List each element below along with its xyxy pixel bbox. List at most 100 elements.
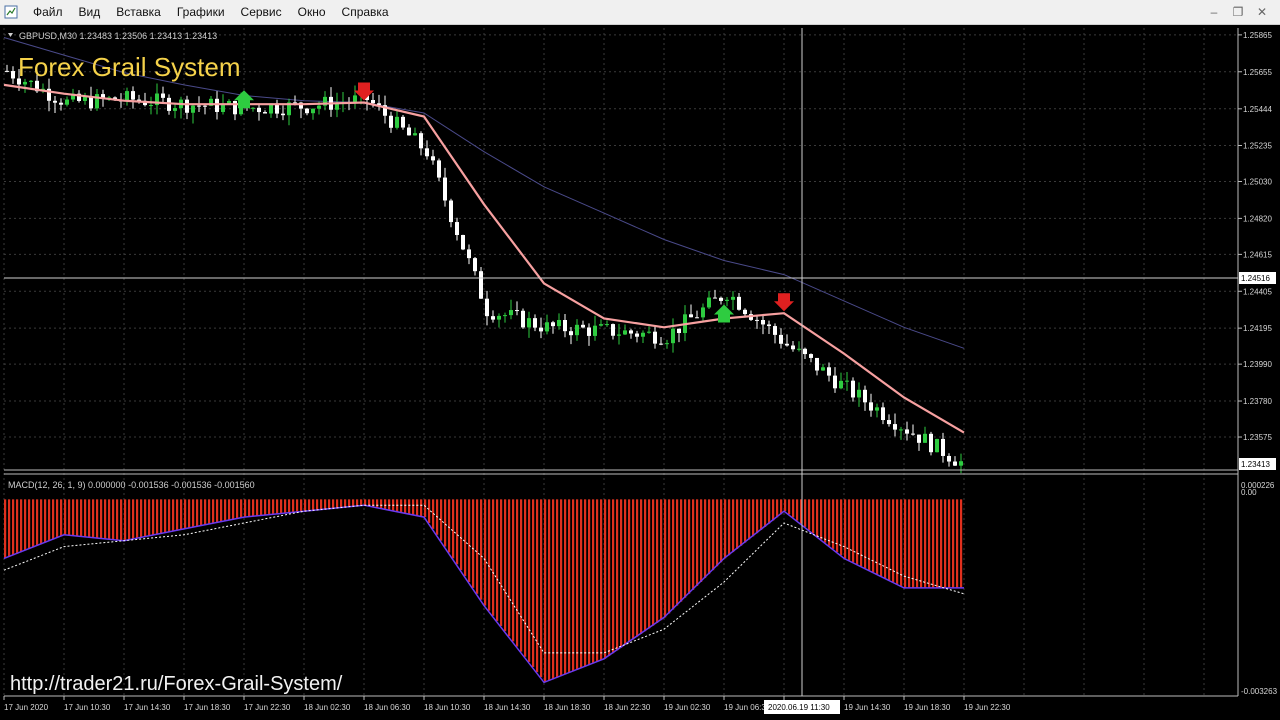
candle-body xyxy=(875,407,879,411)
macd-bar xyxy=(616,499,619,651)
menu-insert[interactable]: Вставка xyxy=(108,0,169,24)
macd-bar xyxy=(636,499,639,637)
macd-bar xyxy=(572,499,575,672)
macd-bar xyxy=(416,499,419,516)
macd-bar xyxy=(928,499,931,588)
candle-body xyxy=(809,354,813,358)
macd-bar xyxy=(700,499,703,583)
last-price-marker: 1.23413 xyxy=(1239,458,1276,470)
macd-bar xyxy=(256,499,259,516)
trading-chart[interactable]: GBPUSD,M30 1.23483 1.23506 1.23413 1.234… xyxy=(0,24,1280,720)
macd-bar xyxy=(48,499,51,542)
candle-body xyxy=(659,343,663,345)
close-icon[interactable]: ✕ xyxy=(1250,0,1274,24)
macd-bar xyxy=(188,499,191,529)
candle-body xyxy=(563,319,567,332)
time-axis-label: 19 Jun 22:30 xyxy=(964,703,1011,712)
macd-bar xyxy=(200,499,203,526)
menu-file[interactable]: Файл xyxy=(25,0,71,24)
menu-bar: Файл Вид Вставка Графики Сервис Окно Спр… xyxy=(0,0,1280,25)
macd-bar xyxy=(100,499,103,539)
candle-body xyxy=(713,297,717,299)
candle-body xyxy=(695,317,699,319)
candle-body xyxy=(797,348,801,350)
candle-body xyxy=(719,297,723,301)
macd-bar xyxy=(584,499,587,667)
macd-bar xyxy=(352,499,355,507)
macd-bar xyxy=(472,499,475,588)
candle-body xyxy=(635,333,639,337)
macd-bar xyxy=(88,499,91,538)
app-chart-icon[interactable] xyxy=(3,4,19,20)
candle-body xyxy=(725,299,729,301)
macd-bar xyxy=(144,499,147,537)
candle-body xyxy=(623,330,627,335)
macd-bar xyxy=(512,499,515,642)
candle-body xyxy=(911,433,915,435)
macd-bar xyxy=(300,499,303,512)
macd-bar xyxy=(492,499,495,616)
macd-bar xyxy=(820,499,823,540)
signal-arrows xyxy=(234,82,794,323)
macd-bar xyxy=(136,499,139,539)
macd-bar xyxy=(960,499,963,588)
macd-header-text: MACD(12, 26, 1, 9) 0.000000 -0.001536 -0… xyxy=(8,480,255,490)
candle-body xyxy=(737,296,741,310)
macd-bar xyxy=(804,499,807,527)
macd-bar xyxy=(484,499,487,606)
candle-body xyxy=(953,461,957,466)
macd-axis-bottom-label: -0.003263 xyxy=(1241,687,1278,696)
candle-body xyxy=(125,91,129,101)
candle-body xyxy=(353,95,357,103)
menu-tools[interactable]: Сервис xyxy=(233,0,290,24)
candle-body xyxy=(923,433,927,443)
minimize-icon[interactable]: – xyxy=(1202,0,1226,24)
restore-icon[interactable]: ❐ xyxy=(1226,0,1250,24)
candle-body xyxy=(863,389,867,403)
candle-body xyxy=(191,105,195,113)
menu-window[interactable]: Окно xyxy=(290,0,334,24)
macd-bar xyxy=(648,499,651,629)
candle-body xyxy=(461,234,465,250)
macd-bar xyxy=(348,499,351,507)
candle-body xyxy=(833,375,837,389)
macd-bar xyxy=(364,499,367,506)
macd-bar xyxy=(272,499,275,515)
candle-body xyxy=(857,389,861,398)
macd-bar xyxy=(696,499,699,586)
menu-help[interactable]: Справка xyxy=(334,0,397,24)
macd-bar xyxy=(424,499,427,518)
candle-body xyxy=(65,99,69,105)
overlay-title: Forex Grail System xyxy=(18,52,241,82)
menu-view[interactable]: Вид xyxy=(71,0,109,24)
macd-bar xyxy=(376,499,379,508)
macd-bar xyxy=(544,499,547,683)
macd-bar xyxy=(608,499,611,657)
candle-body xyxy=(743,309,747,315)
macd-bar xyxy=(540,499,543,678)
chart-header-dropdown-icon[interactable] xyxy=(8,33,13,37)
candle-body xyxy=(815,357,819,371)
price-axis-label: 1.25865 xyxy=(1243,31,1272,40)
candle-body xyxy=(449,200,453,223)
price-axis-label: 1.25655 xyxy=(1243,68,1272,77)
macd-bar xyxy=(384,499,387,510)
macd-bar xyxy=(708,499,711,575)
candle-body xyxy=(533,318,537,328)
macd-bar xyxy=(36,499,39,546)
candle-body xyxy=(677,328,681,334)
macd-bar xyxy=(612,499,615,654)
macd-bar xyxy=(228,499,231,521)
candle-body xyxy=(419,133,423,149)
macd-bar xyxy=(64,499,67,535)
candle-body xyxy=(593,325,597,336)
candle-body xyxy=(479,271,483,299)
menu-charts[interactable]: Графики xyxy=(169,0,233,24)
macd-bar xyxy=(76,499,79,536)
candle-body xyxy=(761,319,765,325)
price-axis-label: 1.23575 xyxy=(1243,433,1272,442)
macd-bar xyxy=(536,499,539,673)
macd-bar xyxy=(408,499,411,514)
macd-bar xyxy=(184,499,187,529)
candle-body xyxy=(131,91,135,100)
